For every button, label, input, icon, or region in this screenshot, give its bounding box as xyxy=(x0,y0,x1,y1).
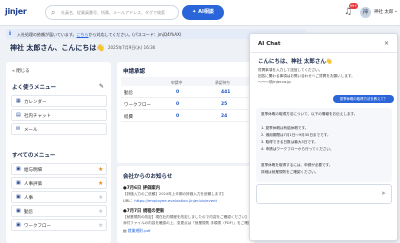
sidebar-item-mail[interactable]: ✉ メール xyxy=(11,123,107,135)
table-row[interactable]: 勤怠 0 441 xyxy=(121,87,251,98)
current-datetime: 2025年7月9日(水) 16:36 xyxy=(108,45,156,50)
calendar-icon: ▦ xyxy=(16,98,21,104)
chevron-down-icon[interactable]: ⌄ xyxy=(394,8,398,14)
star-icon[interactable]: ★ xyxy=(98,180,103,187)
attachment[interactable]: ▤ 就業規則.pdf xyxy=(123,228,150,234)
search-placeholder: 社員名、従業員番号、所属、メールアドレス、タグで検索 xyxy=(61,10,165,15)
table-row[interactable]: ワークフロー 0 25 xyxy=(121,99,251,110)
company-announcements: 会社からのお知らせ ●7月6日 評価案内 【評価入力のご依頼】2024年上半期の… xyxy=(117,166,270,243)
announcement-text: 【評価入力のご依頼】2024年上半期の評価入力を依頼します】 xyxy=(123,192,226,196)
announcements-title: 会社からのお知らせ xyxy=(123,174,173,180)
table-row[interactable]: 経費 0 24 xyxy=(121,111,251,122)
star-icon[interactable]: ★ xyxy=(98,194,103,201)
ai-consult-button[interactable]: ✦ AI相談 xyxy=(182,5,224,20)
payslip-icon: ▣ xyxy=(16,166,21,172)
approval-stats-card: 申請承認 申請中 承認待ち 勤怠 0 441 ワークフロー 0 25 経費 0 … xyxy=(117,62,255,163)
evaluation-icon: ▣ xyxy=(16,180,21,186)
chat-icon: ▤ xyxy=(16,112,21,118)
notification-badge: 99+ xyxy=(349,3,358,9)
mail-icon: ✉ xyxy=(16,126,21,132)
sidebar: « 閉じる よく使うメニュー ✎ ▦ カレンダー ▤ 社内チャット ✉ メール … xyxy=(6,62,111,243)
page-title: 神社 太郎さん、こんにちは👋 xyxy=(10,44,106,52)
chat-intro-line: 質問事項を入力して送信してください。 xyxy=(258,68,323,72)
chat-input[interactable]: ➤ xyxy=(256,184,392,204)
top-bar: jinjer ⌕ 社員名、従業員番号、所属、メールアドレス、タグで検索 ✦ AI… xyxy=(0,0,400,26)
table-header: 申請中 承認待ち xyxy=(121,77,251,86)
user-question-bubble: 夏季休暇の取得方法を教えて？ xyxy=(333,95,394,103)
search-icon: ⌕ xyxy=(51,8,56,17)
notice-link[interactable]: こちら xyxy=(76,32,88,37)
star-icon[interactable]: ★ xyxy=(98,166,103,173)
user-name[interactable]: 神社 太郎 xyxy=(374,9,393,15)
attendance-icon: ▣ xyxy=(16,208,21,214)
column-header: 申請中 xyxy=(171,79,183,85)
announcement-link[interactable]: https://employee.evaluation.jinjer.biz/e… xyxy=(134,198,217,203)
sidebar-close-button[interactable]: « 閉じる xyxy=(12,68,30,74)
announcement-text: 添付ファイルの内容を確認の上、変更点は「就業規則 手順書（PDF）」をご確認くだ… xyxy=(123,221,270,225)
favorites-heading: よく使うメニュー xyxy=(12,85,57,91)
notice-text: 入社処理の依頼が届いています。こちらから対応してください。(パスコード：jmjQ… xyxy=(17,31,182,37)
sidebar-item-chat[interactable]: ▤ 社内チャット xyxy=(11,109,107,121)
announcement-title: ●7月7日 規程の更新 xyxy=(123,209,165,214)
all-menu-heading: すべてのメニュー xyxy=(12,153,56,159)
sidebar-item-workflow[interactable]: ▣ ワークフロー ★ xyxy=(11,219,107,231)
info-icon: ℹ xyxy=(9,30,12,37)
personnel-icon: ▣ xyxy=(16,194,21,200)
workflow-icon: ▣ xyxy=(16,222,21,228)
divider xyxy=(250,52,397,53)
announcement-url: URL：https://employee.evaluation.jinjer.b… xyxy=(123,198,217,203)
send-icon[interactable]: ➤ xyxy=(381,190,386,197)
close-icon[interactable]: × xyxy=(384,40,389,47)
search-input[interactable]: ⌕ 社員名、従業員番号、所属、メールアドレス、タグで検索 xyxy=(45,5,179,20)
sidebar-item-payslip[interactable]: ▣ 給与明細 ★ xyxy=(11,163,107,175)
avatar[interactable]: 神 xyxy=(360,7,371,18)
sidebar-item-calendar[interactable]: ▦ カレンダー xyxy=(11,95,107,107)
chat-intro-line: 〜〜〜@jinjer.co.jp xyxy=(258,80,291,84)
chat-title: AI Chat xyxy=(258,41,281,47)
app-logo[interactable]: jinjer xyxy=(5,7,27,16)
sidebar-item-personnel[interactable]: ▣ 人事 ★ xyxy=(11,191,107,203)
chat-intro-line: 回答に関わる事項はお問い合わせへご質問をお願いします。 xyxy=(258,74,355,78)
star-icon[interactable]: ★ xyxy=(98,208,103,215)
chat-greeting: こんにちは、神社 太郎さん👋 xyxy=(258,59,333,65)
sidebar-item-evaluation[interactable]: ▣ 人事評価 ★ xyxy=(11,177,107,189)
ai-chat-panel: AI Chat × こんにちは、神社 太郎さん👋 質問事項を入力して送信してくだ… xyxy=(249,33,398,241)
announcement-text: 【就業規則の改定】現在社内規程を改定しましたので内容をご確認ください】 xyxy=(123,215,249,219)
pencil-icon[interactable]: ✎ xyxy=(99,83,104,90)
column-header: 承認待ち xyxy=(215,79,231,85)
stats-title: 申請承認 xyxy=(123,69,146,75)
sidebar-item-attendance[interactable]: ▣ 勤怠 ★ xyxy=(11,205,107,217)
star-icon[interactable]: ★ xyxy=(98,222,103,229)
announcement-title: ●7月6日 評価案内 xyxy=(123,186,161,191)
ai-answer-bubble: 夏季休暇の取得方法について、以下の情報をお伝えします。 1. 夏季休暇は有給休暇… xyxy=(256,108,392,182)
